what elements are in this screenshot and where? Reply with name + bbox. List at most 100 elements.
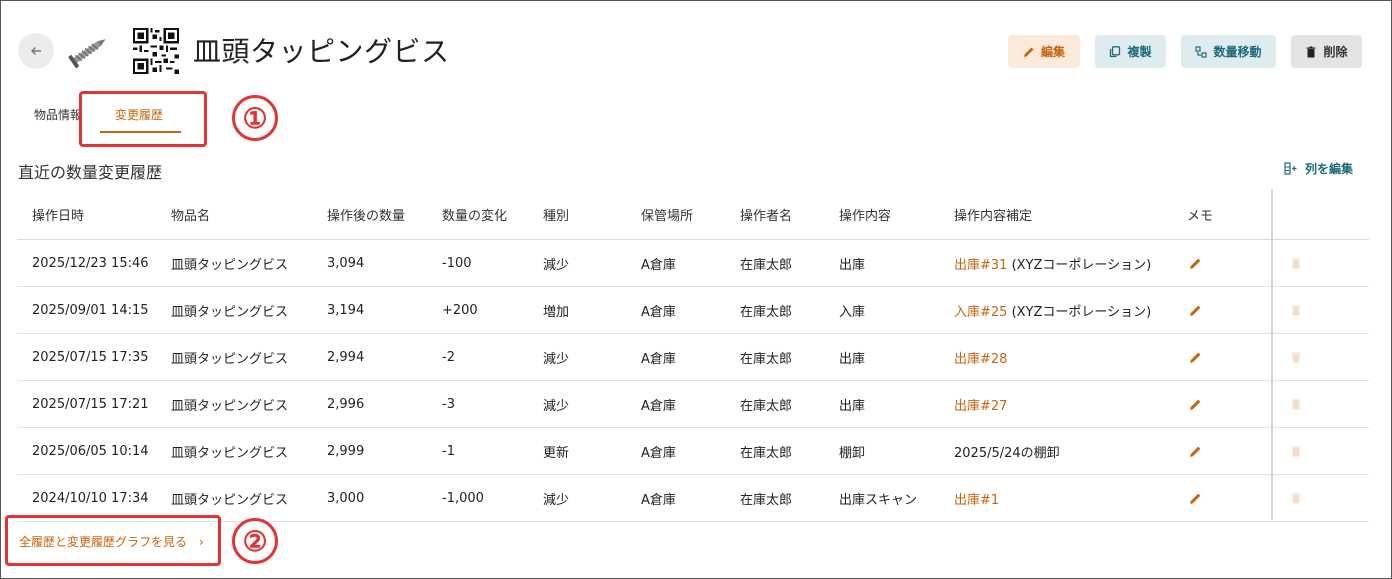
- trash-icon: [1306, 46, 1316, 57]
- header-operation[interactable]: 操作内容: [839, 189, 891, 239]
- operation-link[interactable]: 出庫#31: [954, 254, 1007, 273]
- operation-detail-text: 2025/5/24の棚卸: [954, 445, 1060, 461]
- column-divider: [1271, 189, 1273, 520]
- table-row: 2025/12/23 15:46 皿頭タッピングビス 3,094 -100 減少…: [17, 240, 1369, 287]
- qr-code-icon[interactable]: [133, 28, 179, 74]
- cell-delete: [1290, 287, 1302, 333]
- cell-operator: 在庫太郎: [740, 351, 793, 367]
- cell-qty-change: +200: [442, 302, 478, 318]
- copy-button-label: 複製: [1127, 45, 1152, 59]
- operation-link[interactable]: 出庫#1: [954, 489, 999, 508]
- edit-button[interactable]: 編集: [1008, 35, 1080, 68]
- cell-datetime: 2025/09/01 14:15: [32, 302, 149, 318]
- section-title: 直近の数量変更履歴: [18, 163, 163, 182]
- annotation-number-2: ②: [232, 518, 278, 564]
- cell-item-name: 皿頭タッピングビス: [171, 398, 289, 414]
- memo-edit-icon[interactable]: [1189, 304, 1202, 317]
- cell-qty-after: 2,996: [327, 396, 365, 412]
- memo-edit-icon[interactable]: [1189, 257, 1202, 270]
- cell-operation: 出庫: [839, 398, 866, 414]
- cell-location: A倉庫: [641, 445, 676, 461]
- cell-location: A倉庫: [641, 304, 676, 320]
- tab-item-info[interactable]: 物品情報: [34, 106, 82, 123]
- cell-location: A倉庫: [641, 257, 676, 273]
- table-row: 2025/07/15 17:21 皿頭タッピングビス 2,996 -3 減少 A…: [17, 381, 1369, 428]
- table-row: 2025/09/01 14:15 皿頭タッピングビス 3,194 +200 増加…: [17, 287, 1369, 334]
- cell-operation-detail: 出庫#31 (XYZコーポレーション): [954, 240, 1151, 286]
- row-delete-icon[interactable]: [1290, 304, 1302, 316]
- cell-kind: 増加: [543, 304, 570, 320]
- cell-location: A倉庫: [641, 492, 676, 508]
- back-button[interactable]: [18, 33, 54, 69]
- cell-operation-detail: 入庫#25 (XYZコーポレーション): [954, 287, 1151, 333]
- edit-columns-button[interactable]: 列を編集: [1284, 160, 1353, 177]
- memo-edit-icon[interactable]: [1189, 445, 1202, 458]
- table-row: 2025/06/05 10:14 皿頭タッピングビス 2,999 -1 更新 A…: [17, 428, 1369, 475]
- memo-edit-icon[interactable]: [1189, 492, 1202, 505]
- row-delete-icon[interactable]: [1290, 351, 1302, 363]
- cell-operator: 在庫太郎: [740, 398, 793, 414]
- header-operation-detail[interactable]: 操作内容補定: [954, 189, 1032, 239]
- cell-delete: [1290, 428, 1302, 474]
- header-item-name[interactable]: 物品名: [171, 189, 210, 239]
- header-memo[interactable]: メモ: [1187, 189, 1213, 239]
- cell-memo: [1189, 287, 1202, 333]
- cell-datetime: 2025/06/05 10:14: [32, 443, 149, 459]
- header-qty-after[interactable]: 操作後の数量: [327, 189, 405, 239]
- move-quantity-button-label: 数量移動: [1213, 45, 1262, 59]
- header-location[interactable]: 保管場所: [641, 189, 693, 239]
- memo-edit-icon[interactable]: [1189, 398, 1202, 411]
- header-datetime[interactable]: 操作日時: [32, 189, 84, 239]
- cell-kind: 更新: [543, 445, 570, 461]
- operation-link[interactable]: 出庫#27: [954, 395, 1007, 414]
- cell-operator: 在庫太郎: [740, 304, 793, 320]
- row-delete-icon[interactable]: [1290, 398, 1302, 410]
- cell-operation-detail: 2025/5/24の棚卸: [954, 428, 1060, 474]
- cell-delete: [1290, 240, 1302, 286]
- cell-qty-after: 2,999: [327, 443, 365, 459]
- header-operator[interactable]: 操作者名: [740, 189, 792, 239]
- copy-icon: [1110, 45, 1121, 57]
- cell-qty-after: 3,194: [327, 302, 365, 318]
- row-delete-icon[interactable]: [1290, 492, 1302, 504]
- cell-qty-change: -3: [442, 396, 455, 412]
- screw-image: [68, 39, 106, 68]
- column-add-icon: [1284, 162, 1297, 175]
- cell-qty-change: -1,000: [442, 490, 484, 506]
- cell-item-name: 皿頭タッピングビス: [171, 257, 289, 273]
- cell-location: A倉庫: [641, 351, 676, 367]
- cell-datetime: 2025/07/15 17:21: [32, 396, 149, 412]
- cell-item-name: 皿頭タッピングビス: [171, 304, 289, 320]
- cell-operation: 出庫: [839, 351, 866, 367]
- copy-button[interactable]: 複製: [1095, 35, 1166, 68]
- cell-operator: 在庫太郎: [740, 492, 793, 508]
- cell-qty-change: -100: [442, 255, 472, 271]
- move-quantity-button[interactable]: 数量移動: [1181, 35, 1276, 68]
- operation-link[interactable]: 出庫#28: [954, 348, 1007, 367]
- cell-operation: 棚卸: [839, 445, 866, 461]
- page-title: 皿頭タッピングビス: [193, 35, 450, 68]
- memo-edit-icon[interactable]: [1189, 351, 1202, 364]
- move-icon: [1195, 45, 1208, 58]
- cell-operator: 在庫太郎: [740, 445, 793, 461]
- header-qty-change[interactable]: 数量の変化: [442, 189, 507, 239]
- cell-operator: 在庫太郎: [740, 257, 793, 273]
- cell-memo: [1189, 240, 1202, 286]
- cell-location: A倉庫: [641, 398, 676, 414]
- operation-link[interactable]: 入庫#25: [954, 301, 1007, 320]
- cell-qty-after: 3,000: [327, 490, 365, 506]
- cell-delete: [1290, 334, 1302, 380]
- cell-operation-detail: 出庫#27: [954, 381, 1007, 427]
- header-kind[interactable]: 種別: [543, 189, 569, 239]
- table-row: 2025/07/15 17:35 皿頭タッピングビス 2,994 -2 減少 A…: [17, 334, 1369, 381]
- history-table: 操作日時 物品名 操作後の数量 数量の変化 種別 保管場所 操作者名 操作内容 …: [17, 189, 1369, 522]
- table-header: 操作日時 物品名 操作後の数量 数量の変化 種別 保管場所 操作者名 操作内容 …: [17, 189, 1369, 240]
- row-delete-icon[interactable]: [1290, 445, 1302, 457]
- delete-button[interactable]: 削除: [1291, 35, 1362, 68]
- annotation-box-2: [5, 515, 221, 566]
- cell-operation: 出庫: [839, 257, 866, 273]
- cell-kind: 減少: [543, 492, 570, 508]
- row-delete-icon[interactable]: [1290, 257, 1302, 269]
- cell-memo: [1189, 475, 1202, 521]
- cell-datetime: 2025/07/15 17:35: [32, 349, 149, 365]
